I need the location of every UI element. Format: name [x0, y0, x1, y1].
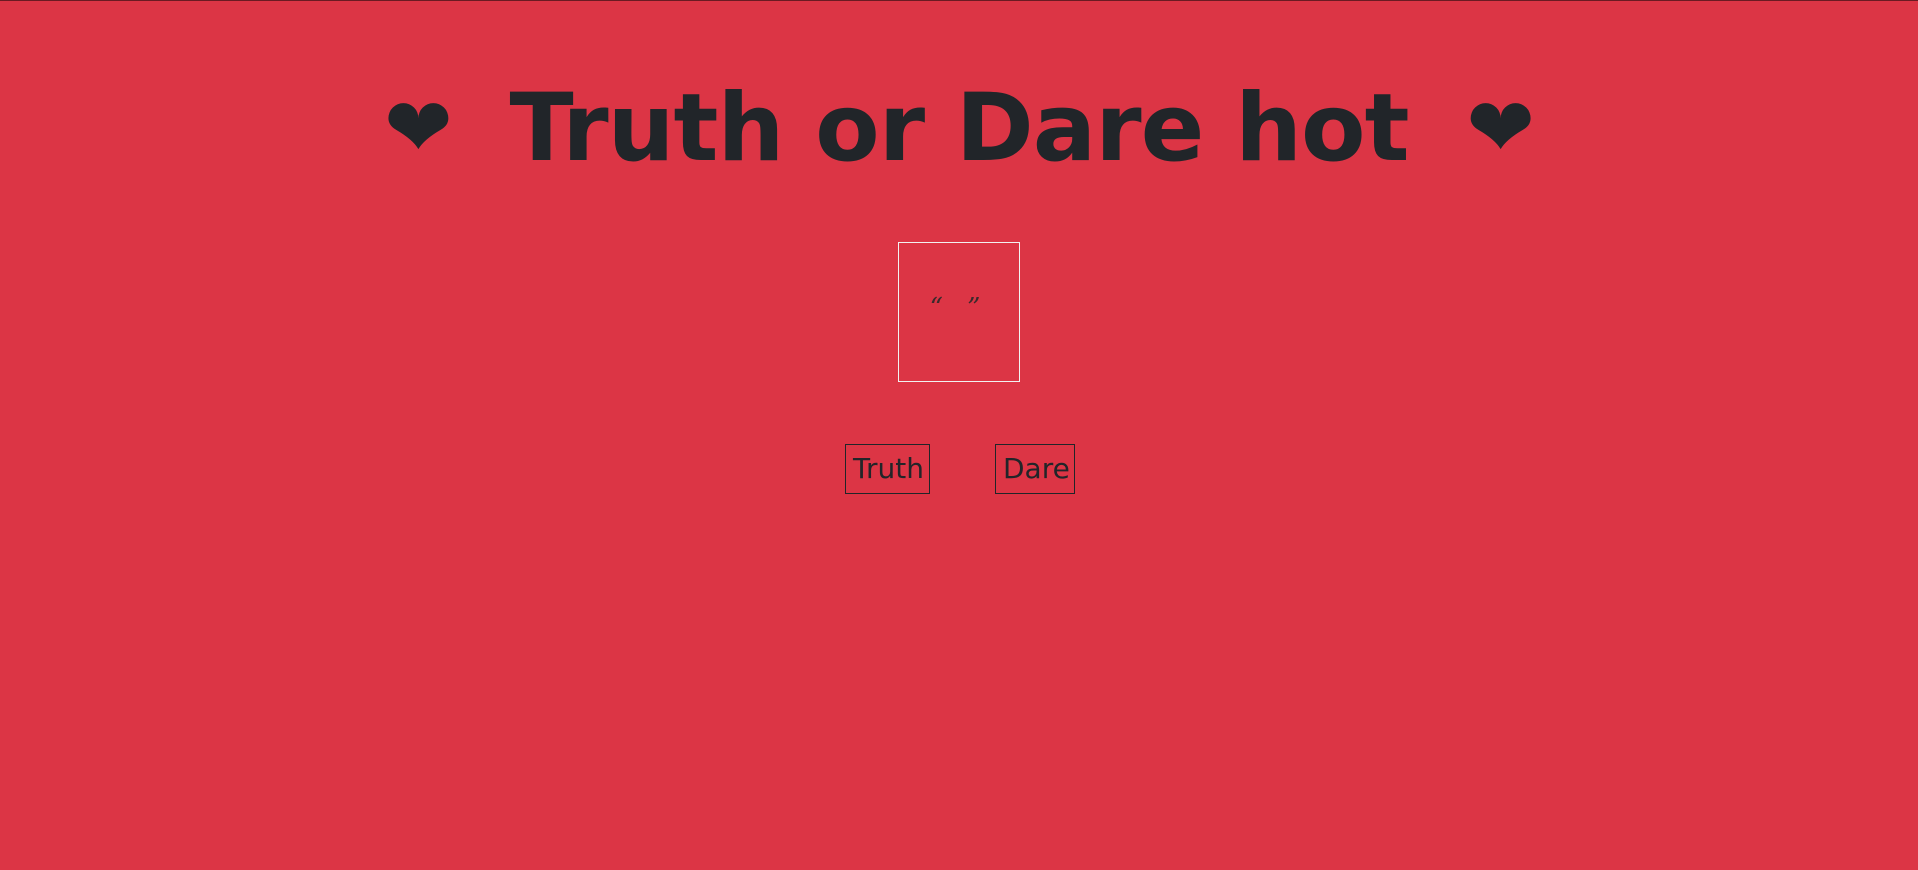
question-card: “ ”	[898, 242, 1020, 382]
truth-button[interactable]: Truth	[845, 444, 930, 494]
heart-icon: ❤	[384, 81, 453, 176]
dare-button[interactable]: Dare	[995, 444, 1075, 494]
heart-icon: ❤	[1466, 81, 1535, 176]
question-quote: “ ”	[929, 293, 989, 323]
page-title-text: Truth or Dare hot	[509, 74, 1409, 183]
page-title: ❤ Truth or Dare hot ❤	[0, 73, 1918, 185]
